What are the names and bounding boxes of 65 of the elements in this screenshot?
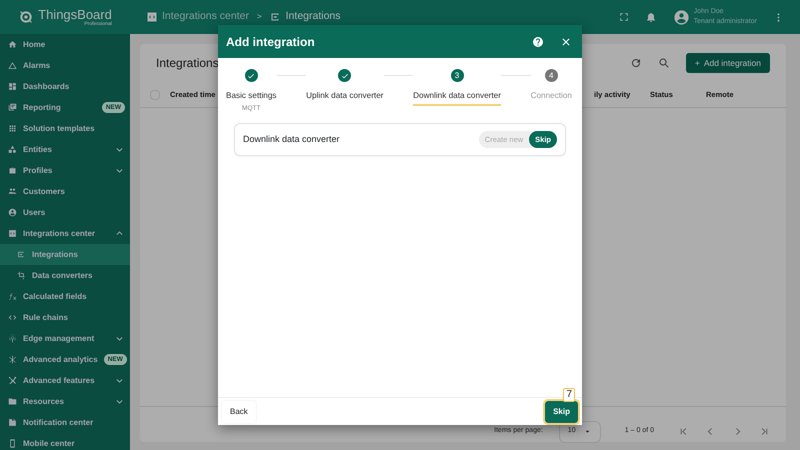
sidebar-item[interactable]: Rule chains (0, 307, 130, 328)
dialog-title: Add integration (226, 34, 315, 50)
gear-logo-icon (18, 9, 34, 25)
code-box-icon (146, 11, 158, 23)
sidebar-item[interactable]: Calculated fields (0, 286, 130, 307)
sidebar-item[interactable]: Entities (0, 139, 130, 160)
sidebar-item[interactable]: Integrations (0, 244, 130, 265)
last-page-icon[interactable] (759, 426, 770, 437)
briefcase-icon (8, 166, 17, 175)
antenna-icon (8, 334, 17, 343)
page-title: Integrations (156, 55, 219, 72)
document-icon (8, 103, 17, 112)
sidebar-item[interactable]: Dashboards (0, 76, 130, 97)
sidebar-item[interactable]: Profiles (0, 160, 130, 181)
warning-icon (8, 61, 17, 70)
breadcrumb-separator: > (256, 11, 262, 23)
refresh-icon[interactable] (630, 57, 642, 69)
sidebar-item[interactable]: Solution templates (0, 118, 130, 139)
wizard-step[interactable]: 3 Downlink data converter (413, 69, 501, 106)
wizard-step[interactable]: 4 Connection (530, 69, 572, 104)
grid-icon (8, 82, 17, 91)
folder-icon (8, 397, 17, 406)
check-icon (247, 72, 256, 80)
sidebar-item[interactable]: Users (0, 202, 130, 223)
function-icon (8, 292, 17, 301)
crop-icon (17, 271, 26, 280)
account-icon (8, 208, 17, 217)
breadcrumb-link[interactable]: Integrations (286, 9, 341, 25)
sidebar-item[interactable]: Edge management (0, 328, 130, 349)
home-icon (8, 40, 17, 49)
add-integration-button[interactable]: + Add integration (686, 52, 770, 74)
sidebar-item[interactable]: Notification center (0, 412, 130, 433)
shapes-icon (8, 145, 17, 154)
wizard-step[interactable]: Uplink data converter (306, 69, 384, 104)
code-arrows-icon (8, 313, 17, 322)
check-icon (340, 72, 349, 80)
step-number-callout: 7 (563, 388, 575, 402)
sidebar-item[interactable]: Alarms (0, 55, 130, 76)
help-icon[interactable] (532, 36, 544, 48)
search-icon[interactable] (658, 57, 670, 69)
logo-title: ThingsBoard (38, 8, 112, 20)
skip-button[interactable]: Skip (545, 400, 578, 422)
sidebar-item[interactable]: Data converters (0, 265, 130, 286)
tools-icon (8, 376, 17, 385)
breadcrumb-link[interactable]: Integrations center (162, 9, 249, 25)
people-icon (8, 187, 17, 196)
step-circle: 4 (544, 69, 558, 82)
step-circle: 3 (450, 69, 464, 82)
sidebar-item[interactable]: Integrations center (0, 223, 130, 244)
sidebar-item[interactable]: Resources (0, 391, 130, 412)
dots-grid-icon (8, 124, 17, 133)
avatar-icon[interactable] (672, 8, 690, 26)
fullscreen-icon[interactable] (618, 12, 629, 22)
code-box-icon (8, 229, 17, 238)
sidebar-item[interactable]: Customers (0, 181, 130, 202)
close-icon[interactable] (560, 36, 572, 48)
phone-icon (8, 439, 17, 448)
bell-icon[interactable] (644, 11, 657, 23)
sidebar-item[interactable]: Home (0, 34, 130, 55)
login-icon (17, 250, 26, 259)
sidebar-item[interactable]: Advanced features (0, 370, 130, 391)
section-label: Downlink data converter (243, 132, 340, 146)
sidebar-item[interactable]: Mobile center (0, 433, 130, 450)
back-button[interactable]: Back (222, 400, 256, 422)
first-page-icon[interactable] (678, 426, 689, 437)
